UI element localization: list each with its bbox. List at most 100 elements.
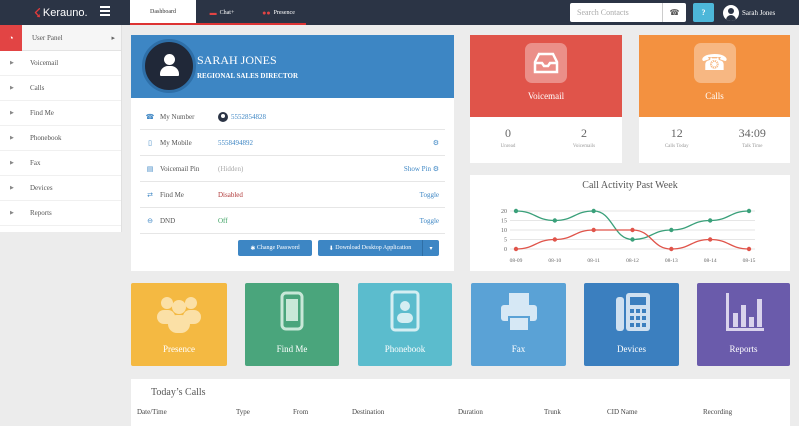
reports-tile-label: Reports <box>729 344 758 354</box>
column-header[interactable]: Recording <box>703 408 732 416</box>
sidebar-item-calls[interactable]: ▶ Calls <box>0 76 121 101</box>
fax-tile[interactable]: Fax <box>471 283 566 366</box>
tab-presence[interactable]: ●● Presence <box>251 0 306 25</box>
column-header[interactable]: CID Name <box>607 408 638 416</box>
row-value: 5552854828 <box>218 112 445 122</box>
mobile-icon <box>280 291 304 331</box>
column-header[interactable]: Destination <box>352 408 384 416</box>
row-label: Voicemail Pin <box>160 165 200 173</box>
row-my-mobile: ▯ My Mobile 5558494892 ⚙ <box>140 131 445 156</box>
my-number-value[interactable]: 5552854828 <box>231 113 266 121</box>
logo-text: Kerauno. <box>42 7 88 19</box>
sidebar-item-reports[interactable]: ▶ Reports <box>0 201 121 226</box>
data-point <box>513 246 519 252</box>
sidebar-item-label: Devices <box>30 184 53 192</box>
calls-stat-card[interactable]: ☎ Calls 12 Calls Today 34:09 Talk Time <box>639 35 790 163</box>
sidebar-item-devices[interactable]: ▶ Devices <box>0 176 121 201</box>
call-activity-chart-card: Call Activity Past Week 0 5 10 15 20 08-09 08-… <box>470 175 790 271</box>
row-my-number: ☎ My Number 5552854828 <box>140 105 445 130</box>
download-desktop-button[interactable]: ⬇ Download Desktop Application <box>318 240 422 256</box>
sidebar-item-label: Fax <box>30 159 41 167</box>
download-label: Download Desktop Application <box>335 245 412 251</box>
phonebook-tile[interactable]: Phonebook <box>358 283 452 366</box>
tab-dashboard-label: Dashboard <box>150 8 176 15</box>
calls-today-label: Calls Today <box>664 144 689 149</box>
row-dnd: ⊖ DND Off Toggle <box>140 209 445 234</box>
phonebook-icon <box>390 290 420 332</box>
voicemail-stat-label: Voicemail <box>527 91 565 101</box>
search-input[interactable] <box>570 3 662 22</box>
sidebar: ◔ User Panel ▸ ▶ Voicemail ▶ Calls ▶ Find M… <box>0 24 122 426</box>
hamburger-menu-icon[interactable] <box>100 6 110 16</box>
sidebar-filler <box>0 232 122 426</box>
column-header[interactable]: Trunk <box>544 408 561 416</box>
caret-right-icon: ▶ <box>10 111 14 116</box>
voicemail-pin-value: (Hidden) <box>218 165 244 173</box>
devices-icon <box>615 293 650 331</box>
sidebar-item-label: Reports <box>30 209 52 217</box>
help-button[interactable]: ? <box>693 3 714 22</box>
sidebar-item-voicemail[interactable]: ▶ Voicemail <box>0 51 121 76</box>
chat-bubble-icon: ▬ <box>209 8 217 17</box>
change-password-button[interactable]: ✱ Change Password <box>238 240 312 256</box>
devices-tile[interactable]: Devices <box>584 283 679 366</box>
bolt-icon: ☇ <box>34 6 41 20</box>
minus-circle-icon: ⊖ <box>147 217 153 225</box>
phonebook-tile-label: Phonebook <box>384 344 426 354</box>
user-avatar-icon <box>723 4 739 21</box>
user-name: Sarah Jones <box>742 8 776 17</box>
dnd-toggle[interactable]: Toggle <box>420 217 439 225</box>
find-me-tile[interactable]: Find Me <box>245 283 339 366</box>
sidebar-item-label: Voicemail <box>30 59 59 67</box>
tab-dashboard[interactable]: Dashboard <box>130 0 196 25</box>
user-panel-label: User Panel <box>32 33 63 42</box>
x-tick-label: 08-12 <box>626 258 639 264</box>
calls-stat-header: ☎ Calls <box>639 35 790 117</box>
sidebar-item-find-me[interactable]: ▶ Find Me <box>0 101 121 126</box>
data-point <box>630 227 635 233</box>
voicemails-label: Voicemails <box>572 144 596 149</box>
sidebar-item-fax[interactable]: ▶ Fax <box>0 151 121 176</box>
x-tick-label: 08-15 <box>743 258 756 264</box>
my-mobile-value[interactable]: 5558494892 <box>218 139 433 147</box>
presence-tile[interactable]: Presence <box>131 283 227 366</box>
data-point <box>669 246 674 252</box>
top-navbar: ☇ Kerauno. Dashboard ▬ Chat + ●● Presence… <box>0 0 799 25</box>
reports-tile[interactable]: Reports <box>697 283 790 366</box>
todays-calls-card: Today’s Calls Date/Time Type From Destin… <box>131 379 790 426</box>
caret-down-icon: ▾ <box>429 245 433 252</box>
todays-calls-title: Today’s Calls <box>151 387 206 398</box>
column-header[interactable]: Duration <box>458 408 483 416</box>
caret-right-icon: ▶ <box>10 136 14 141</box>
dnd-status: Off <box>218 217 228 225</box>
kerauno-logo[interactable]: ☇ Kerauno. <box>34 5 88 21</box>
gear-icon[interactable]: ⚙ <box>433 139 439 147</box>
gear-icon: ⚙ <box>432 165 439 173</box>
tab-chat[interactable]: ▬ Chat + <box>197 0 247 25</box>
x-tick-label: 08-13 <box>665 258 678 264</box>
phone-handset-icon: ☎ <box>693 43 736 83</box>
voicemail-stat-card[interactable]: Voicemail 0 Unread 2 Voicemails <box>470 35 622 163</box>
download-dropdown-button[interactable]: ▾ <box>422 240 439 256</box>
user-menu[interactable]: Sarah Jones <box>723 4 775 21</box>
y-tick-label: 0 <box>504 247 507 253</box>
row-voicemail-pin: ▤ Voicemail Pin (Hidden) Show Pin ⚙ <box>140 157 445 182</box>
sidebar-item-label: Calls <box>30 84 45 92</box>
sidebar-item-phonebook[interactable]: ▶ Phonebook <box>0 126 121 151</box>
caret-right-icon: ▶ <box>10 211 14 216</box>
find-me-toggle[interactable]: Toggle <box>420 191 439 199</box>
column-header[interactable]: Type <box>236 408 250 416</box>
dial-button[interactable]: ☎ <box>662 3 686 22</box>
series-line-0 <box>515 210 750 241</box>
call-activity-chart: 0 5 10 15 20 08-09 08-10 08-11 08-12 08-13 08-14 08… <box>501 208 756 264</box>
calls-today-count: 12 <box>670 126 683 140</box>
x-tick-label: 08-10 <box>548 258 561 264</box>
column-header[interactable]: From <box>293 408 308 416</box>
show-pin-button[interactable]: Show Pin ⚙ <box>404 165 439 173</box>
column-header[interactable]: Date/Time <box>137 408 167 416</box>
user-panel-header[interactable]: ◔ User Panel ▸ <box>0 24 121 51</box>
unread-label: Unread <box>500 144 516 149</box>
calls-stat-label: Calls <box>705 91 724 101</box>
calls-stat-values: 12 Calls Today 34:09 Talk Time <box>639 117 790 163</box>
presence-icon <box>157 297 201 333</box>
